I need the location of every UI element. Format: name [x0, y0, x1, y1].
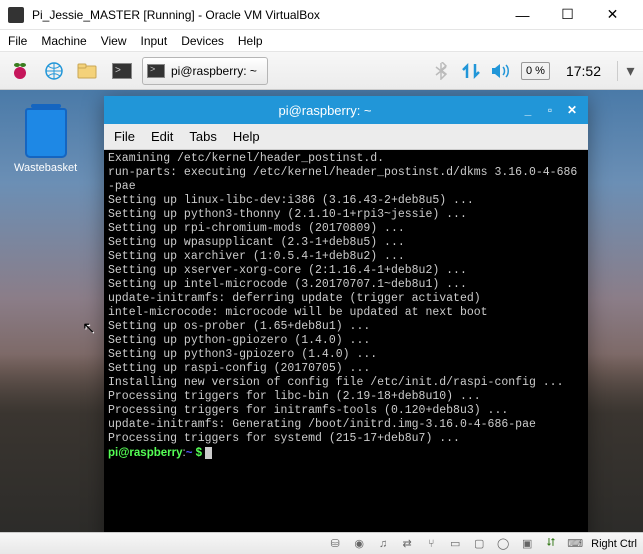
terminal-launcher-icon[interactable]: >	[108, 57, 136, 85]
host-window-controls: — ☐ ✕	[500, 0, 635, 29]
bluetooth-icon[interactable]	[431, 61, 451, 81]
status-audio-icon[interactable]: ♫	[375, 536, 391, 552]
status-shared-folder-icon[interactable]: ▭	[447, 536, 463, 552]
wastebasket-desktop-icon[interactable]: Wastebasket	[14, 108, 77, 174]
trash-icon	[25, 108, 67, 158]
terminal-menu-help[interactable]: Help	[233, 129, 260, 144]
battery-indicator[interactable]: 0 %	[521, 62, 550, 80]
menu-help[interactable]: Help	[238, 34, 263, 48]
status-usb-icon[interactable]: ⑂	[423, 536, 439, 552]
terminal-menu-file[interactable]: File	[114, 129, 135, 144]
clock[interactable]: 17:52	[560, 63, 607, 79]
host-key-label: Right Ctrl	[591, 538, 637, 550]
menu-machine[interactable]: Machine	[41, 34, 86, 48]
status-network-icon[interactable]: ⇄	[399, 536, 415, 552]
terminal-title-text: pi@raspberry: ~	[132, 103, 518, 118]
guest-desktop[interactable]: Wastebasket ↖ pi@raspberry: ~ _ ▫ ✕ File…	[0, 90, 643, 554]
menu-view[interactable]: View	[101, 34, 127, 48]
tray-chevron-icon[interactable]: ▾	[617, 61, 637, 81]
host-statusbar: ⛁ ◉ ♫ ⇄ ⑂ ▭ ▢ ◯ ▣ ⮃ ⌨ Right Ctrl	[0, 532, 643, 554]
system-tray: 0 % 17:52 ▾	[431, 61, 637, 81]
terminal-maximize-button[interactable]: ▫	[540, 101, 560, 119]
terminal-titlebar[interactable]: pi@raspberry: ~ _ ▫ ✕	[104, 96, 588, 124]
status-display-icon[interactable]: ▢	[471, 536, 487, 552]
mouse-cursor-icon: ↖	[82, 318, 95, 338]
status-recording-icon[interactable]: ◯	[495, 536, 511, 552]
raspberry-menu-icon[interactable]	[6, 57, 34, 85]
status-cpu-icon[interactable]: ▣	[519, 536, 535, 552]
host-titlebar: Pi_Jessie_MASTER [Running] - Oracle VM V…	[0, 0, 643, 30]
file-manager-icon[interactable]	[74, 57, 102, 85]
wastebasket-label: Wastebasket	[14, 162, 77, 174]
status-optical-icon[interactable]: ◉	[351, 536, 367, 552]
terminal-menu-tabs[interactable]: Tabs	[189, 129, 216, 144]
guest-taskbar: > pi@raspberry: ~ 0 % 17:52 ▾	[0, 52, 643, 90]
network-icon[interactable]	[461, 61, 481, 81]
taskbar-task-terminal[interactable]: pi@raspberry: ~	[142, 57, 268, 85]
menu-input[interactable]: Input	[141, 34, 168, 48]
close-button[interactable]: ✕	[590, 0, 635, 29]
volume-icon[interactable]	[491, 61, 511, 81]
host-title-text: Pi_Jessie_MASTER [Running] - Oracle VM V…	[32, 8, 500, 22]
terminal-close-button[interactable]: ✕	[562, 101, 582, 119]
task-label: pi@raspberry: ~	[171, 64, 257, 78]
vbox-icon	[8, 7, 24, 23]
minimize-button[interactable]: —	[500, 0, 545, 29]
terminal-menubar: File Edit Tabs Help	[104, 124, 588, 150]
terminal-minimize-button[interactable]: _	[518, 101, 538, 119]
menu-file[interactable]: File	[8, 34, 27, 48]
status-hdd-icon[interactable]: ⛁	[327, 536, 343, 552]
host-menubar: File Machine View Input Devices Help	[0, 30, 643, 52]
status-keyboard-icon[interactable]: ⌨	[567, 536, 583, 552]
terminal-output[interactable]: Examining /etc/kernel/header_postinst.d.…	[104, 150, 588, 544]
web-browser-icon[interactable]	[40, 57, 68, 85]
terminal-menu-edit[interactable]: Edit	[151, 129, 173, 144]
terminal-icon	[147, 64, 165, 78]
menu-devices[interactable]: Devices	[181, 34, 224, 48]
terminal-window: pi@raspberry: ~ _ ▫ ✕ File Edit Tabs Hel…	[104, 96, 588, 544]
maximize-button[interactable]: ☐	[545, 0, 590, 29]
status-mouse-icon[interactable]: ⮃	[543, 536, 559, 552]
